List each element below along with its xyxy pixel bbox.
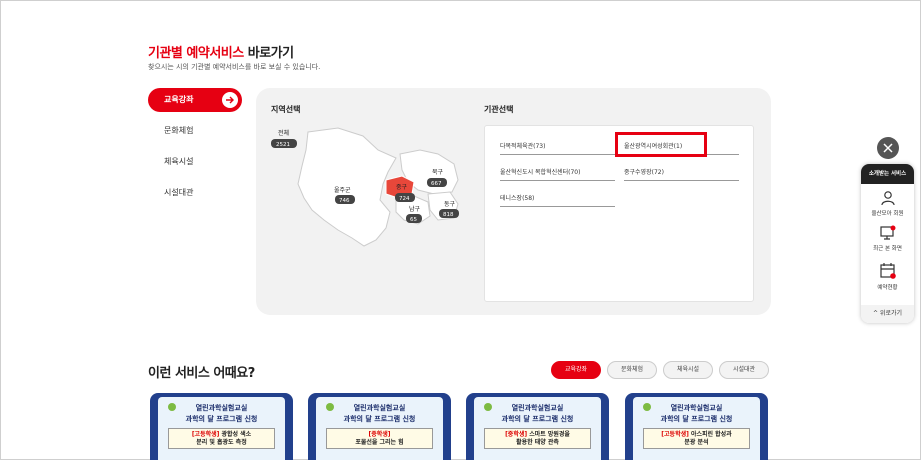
svg-text:724: 724 xyxy=(399,196,410,202)
quick-menu-recent[interactable]: 최근 본 화면 xyxy=(861,225,914,252)
close-button[interactable] xyxy=(877,137,899,159)
sidebar-item-rental[interactable]: 시설대관 xyxy=(148,181,242,205)
sidebar-item-culture[interactable]: 문화체험 xyxy=(148,119,242,143)
program-card[interactable]: 열린과학실험교실 과학의 달 프로그램 신청 [중학생] 스마트 망원경을 활용한… xyxy=(466,393,609,460)
tab-culture[interactable]: 문화체험 xyxy=(607,361,657,379)
quick-menu-reservations[interactable]: 예약현황 xyxy=(861,262,914,291)
calendar-icon xyxy=(879,263,896,279)
quick-menu-header: 소개받는 서비스 xyxy=(861,164,914,184)
svg-text:울주군: 울주군 xyxy=(334,187,351,194)
svg-text:667: 667 xyxy=(431,181,442,187)
quick-menu: 소개받는 서비스 울산모아 회원 최근 본 화면 예약현황 ^ 위로가기 xyxy=(861,164,914,323)
district-all[interactable]: 전체 2521 xyxy=(271,129,297,148)
svg-text:남구: 남구 xyxy=(409,205,421,213)
highlight-box xyxy=(615,132,707,157)
svg-text:중구: 중구 xyxy=(396,184,408,191)
chevron-up-icon: ^ xyxy=(872,310,880,317)
region-map: 전체 2521 울주군 746 중구 724 북구 667 남구 65 동구 8… xyxy=(271,127,459,247)
tab-education[interactable]: 교육강좌 xyxy=(551,361,601,379)
sidebar-item-education[interactable]: 교육강좌 xyxy=(148,88,242,112)
institution-title: 기관선택 xyxy=(484,105,514,114)
institution-item[interactable]: 테니스장(58) xyxy=(500,193,615,207)
svg-text:북구: 북구 xyxy=(432,169,444,176)
svg-text:2521: 2521 xyxy=(276,142,290,148)
quick-menu-member[interactable]: 울산모아 회원 xyxy=(861,190,914,217)
arrow-right-icon xyxy=(222,92,238,108)
institution-item[interactable]: 다목적체육관(73) xyxy=(500,141,615,155)
user-icon xyxy=(880,191,895,206)
tab-rental[interactable]: 시설대관 xyxy=(719,361,769,379)
monitor-icon xyxy=(879,225,895,240)
recommend-title: 이런 서비스 어때요? xyxy=(148,366,255,381)
category-sidebar: 교육강좌 문화체험 체육시설 시설대관 xyxy=(148,88,242,212)
svg-text:746: 746 xyxy=(339,198,350,204)
program-card[interactable]: 열린과학실험교실 과학의 달 프로그램 신청 [고등학생] 아스피린 합성과 분광… xyxy=(625,393,768,460)
sidebar-item-sports[interactable]: 체육시설 xyxy=(148,150,242,174)
program-card[interactable]: 열린과학실험교실 과학의 달 프로그램 신청 [중학생] 포물선을 그리는 힘 xyxy=(308,393,451,460)
svg-text:전체: 전체 xyxy=(278,129,289,137)
tab-sports[interactable]: 체육시설 xyxy=(663,361,713,379)
close-icon xyxy=(883,143,893,153)
svg-text:동구: 동구 xyxy=(444,201,456,208)
program-card[interactable]: 열린과학실험교실 과학의 달 프로그램 신청 [고등학생] 광합성 색소 분리 및… xyxy=(150,393,293,460)
region-title: 지역선택 xyxy=(271,105,301,114)
svg-text:818: 818 xyxy=(443,212,454,218)
scroll-top-button[interactable]: ^ 위로가기 xyxy=(861,305,914,323)
institution-item[interactable]: 중구수영장(72) xyxy=(624,167,739,181)
page-title: 기관별 예약서비스 바로가기 xyxy=(148,46,294,61)
institution-item[interactable]: 울산혁신도시 복합혁신센터(70) xyxy=(500,167,615,181)
svg-text:65: 65 xyxy=(410,217,417,223)
page-subtitle: 찾으시는 시의 기관별 예약서비스를 바로 보실 수 있습니다. xyxy=(148,63,321,71)
